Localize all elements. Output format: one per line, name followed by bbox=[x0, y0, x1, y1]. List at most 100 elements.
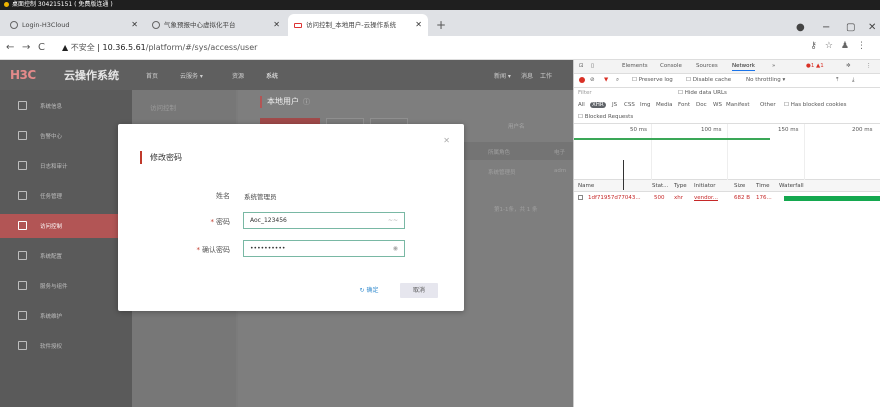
sidebar-item-access-control[interactable]: 访问控制 bbox=[0, 214, 132, 238]
col-initiator[interactable]: Initiator bbox=[694, 183, 715, 189]
app-header: H3C 云操作系统 首页 云服务 ▾ 资源 系统 新闻 ▾ 消息 工作 bbox=[0, 60, 573, 90]
main-sidebar: 系统信息 告警中心 日志和审计 任务管理 访问控制 系统配置 服务与组件 系统维… bbox=[0, 90, 132, 407]
type-manifest[interactable]: Manifest bbox=[726, 102, 749, 108]
preserve-log-checkbox[interactable]: ☐ Preserve log bbox=[632, 77, 673, 83]
close-icon[interactable]: ✕ bbox=[273, 14, 280, 36]
ok-button[interactable]: ↻ 确定 bbox=[351, 283, 387, 298]
col-status[interactable]: Stat... bbox=[652, 183, 668, 189]
col-size[interactable]: Size bbox=[734, 183, 745, 189]
tab-login[interactable]: Login-H3Cloud ✕ bbox=[4, 14, 144, 36]
tab-network[interactable]: Network bbox=[732, 63, 755, 71]
help-icon[interactable]: ⓘ bbox=[303, 98, 310, 106]
info-icon bbox=[18, 101, 27, 110]
eye-icon[interactable]: ◉ bbox=[393, 241, 398, 256]
timeline-tick: 200 ms bbox=[852, 127, 873, 133]
password-input[interactable]: Aoc_123456 ~~ bbox=[243, 212, 405, 229]
has-blocked-cookies-checkbox[interactable]: ☐ Has blocked cookies bbox=[784, 102, 847, 108]
cancel-button[interactable]: 取消 bbox=[400, 283, 438, 298]
sidebar-item-license[interactable]: 软件授权 bbox=[0, 334, 132, 358]
request-initiator[interactable]: vendor... bbox=[694, 195, 718, 201]
blocked-requests-checkbox[interactable]: ☐ Blocked Requests bbox=[578, 114, 633, 120]
eye-off-icon[interactable]: ~~ bbox=[388, 213, 398, 228]
inspect-icon[interactable]: ⊡ bbox=[579, 63, 584, 69]
header-news[interactable]: 新闻 ▾ bbox=[494, 71, 511, 80]
type-other[interactable]: Other bbox=[760, 102, 776, 108]
type-js[interactable]: JS bbox=[612, 102, 617, 108]
type-media[interactable]: Media bbox=[656, 102, 673, 108]
error-badge[interactable]: ●1 ▲1 bbox=[806, 63, 824, 69]
preserve-log-label: Preserve log bbox=[638, 77, 673, 83]
request-checkbox[interactable] bbox=[578, 195, 583, 200]
device-icon[interactable]: ▯ bbox=[591, 63, 594, 69]
nav-resources[interactable]: 资源 bbox=[232, 71, 244, 80]
back-icon[interactable]: ← bbox=[6, 42, 14, 53]
header-work[interactable]: 工作 bbox=[540, 71, 552, 80]
tab-weather[interactable]: 气象预报中心虚拟化平台 ✕ bbox=[146, 14, 286, 36]
hide-data-urls-checkbox[interactable]: ☐ Hide data URLs bbox=[678, 90, 727, 96]
type-css[interactable]: CSS bbox=[624, 102, 635, 108]
forward-icon[interactable]: → bbox=[22, 42, 30, 53]
filter-icon[interactable]: ▼ bbox=[604, 77, 608, 83]
type-ws[interactable]: WS bbox=[713, 102, 722, 108]
url-field[interactable]: ▲ 不安全 | 10.36.5.61/platform/#/sys/access… bbox=[62, 42, 257, 53]
request-row[interactable]: 1df71957d77043... 500 xhr vendor... 682 … bbox=[574, 192, 880, 204]
sidebar-item-system-info[interactable]: 系统信息 bbox=[0, 94, 132, 118]
header-messages[interactable]: 消息 bbox=[521, 71, 533, 80]
close-icon[interactable]: ✕ bbox=[415, 14, 422, 36]
table-cell: 系统管理员 bbox=[488, 170, 516, 176]
timeline-tick: 100 ms bbox=[701, 127, 722, 133]
tab-access-control[interactable]: 访问控制_本地用户-云操作系统 ✕ bbox=[288, 14, 428, 36]
sidebar-item-alarms[interactable]: 告警中心 bbox=[0, 124, 132, 148]
clear-icon[interactable]: ⊘ bbox=[590, 77, 595, 83]
disable-cache-checkbox[interactable]: ☐ Disable cache bbox=[686, 77, 731, 83]
minimize-icon[interactable]: − bbox=[822, 22, 830, 33]
page-title: 本地用户 ⓘ bbox=[260, 96, 310, 108]
close-icon[interactable]: ✕ bbox=[131, 14, 138, 36]
new-tab-button[interactable]: + bbox=[436, 18, 446, 32]
kebab-menu-icon[interactable]: ⋮ bbox=[866, 63, 872, 69]
nav-cloud-services[interactable]: 云服务 ▾ bbox=[180, 71, 203, 80]
disable-cache-label: Disable cache bbox=[692, 77, 732, 83]
nav-home[interactable]: 首页 bbox=[146, 71, 158, 80]
record-icon[interactable] bbox=[579, 77, 585, 83]
sidebar-item-logs[interactable]: 日志和审计 bbox=[0, 154, 132, 178]
filter-input[interactable]: Filter bbox=[578, 90, 592, 96]
nav-system[interactable]: 系统 bbox=[266, 71, 278, 80]
page-title-text: 本地用户 bbox=[267, 97, 299, 106]
type-img[interactable]: Img bbox=[640, 102, 650, 108]
search-icon[interactable]: ⌕ bbox=[616, 77, 619, 84]
warning-icon: ▲ bbox=[62, 43, 69, 52]
import-icon[interactable]: ⤒ bbox=[836, 77, 838, 84]
address-bar: ← → C ▲ 不安全 | 10.36.5.61/platform/#/sys/… bbox=[0, 36, 880, 60]
col-name[interactable]: Name bbox=[578, 183, 594, 189]
close-icon[interactable]: ✕ bbox=[443, 136, 450, 145]
network-timeline[interactable]: 50 ms 100 ms 150 ms 200 ms bbox=[574, 124, 880, 180]
gear-icon[interactable]: ✲ bbox=[846, 63, 851, 69]
col-type[interactable]: Type bbox=[674, 183, 687, 189]
type-all[interactable]: All bbox=[578, 102, 585, 108]
tab-sources[interactable]: Sources bbox=[696, 63, 718, 69]
export-icon[interactable]: ⤓ bbox=[852, 77, 854, 84]
sidebar-item-system-config[interactable]: 系统配置 bbox=[0, 244, 132, 268]
tab-console[interactable]: Console bbox=[660, 63, 682, 69]
more-tabs[interactable]: » bbox=[772, 63, 775, 69]
sidebar-item-tasks[interactable]: 任务管理 bbox=[0, 184, 132, 208]
sidebar-item-maintenance[interactable]: 系统维护 bbox=[0, 304, 132, 328]
tab-elements[interactable]: Elements bbox=[622, 63, 648, 69]
sidebar-item-services[interactable]: 服务与组件 bbox=[0, 274, 132, 298]
throttling-select[interactable]: No throttling ▾ bbox=[746, 77, 785, 83]
col-waterfall[interactable]: Waterfall bbox=[779, 183, 804, 189]
toolbar-icons[interactable]: ⚷☆♟⋮ bbox=[810, 41, 874, 51]
col-time[interactable]: Time bbox=[756, 183, 769, 189]
confirm-password-input[interactable]: •••••••••• ◉ bbox=[243, 240, 405, 257]
window-close-icon[interactable]: ✕ bbox=[868, 22, 876, 33]
remote-title: 桌面控制 304215151 ( 免费版连通 ) bbox=[12, 1, 113, 8]
maximize-icon[interactable]: ▢ bbox=[846, 22, 855, 33]
type-doc[interactable]: Doc bbox=[696, 102, 707, 108]
sub-sidebar-title[interactable]: 访问控制 bbox=[150, 102, 176, 112]
type-xhr[interactable]: XHR bbox=[590, 102, 606, 108]
pager-summary: 第1-1条，共 1 条 bbox=[494, 207, 538, 213]
reload-icon[interactable]: C bbox=[38, 42, 45, 53]
type-font[interactable]: Font bbox=[678, 102, 690, 108]
account-icon[interactable]: ● bbox=[796, 22, 805, 33]
